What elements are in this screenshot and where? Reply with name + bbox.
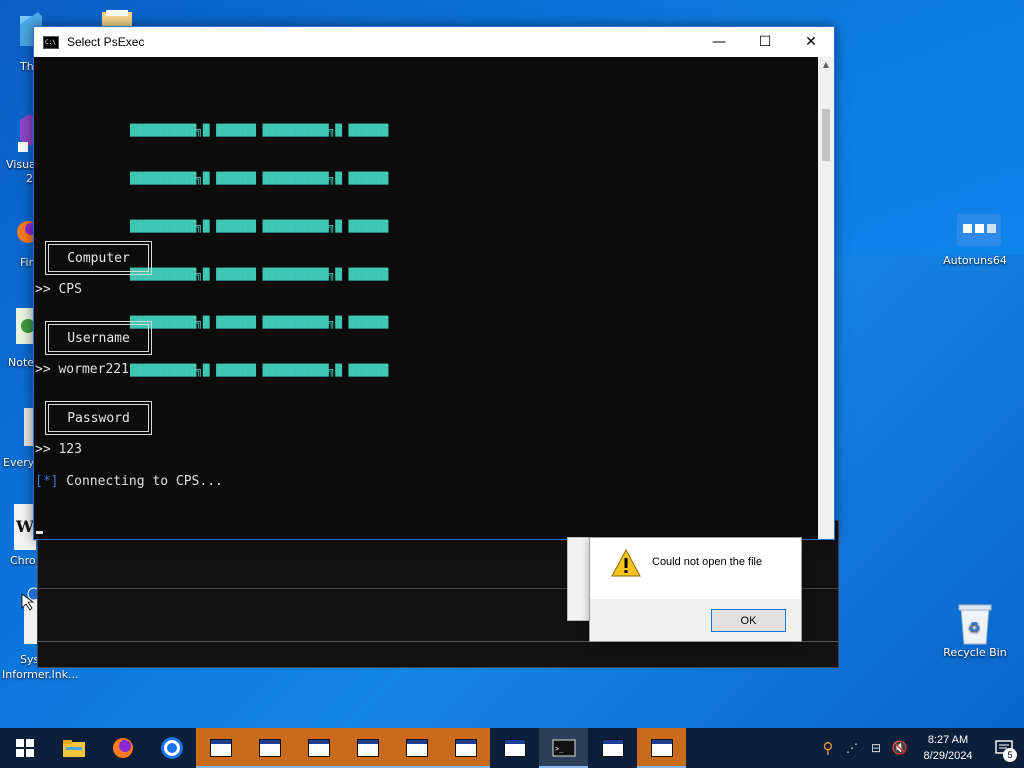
computer-value: >> CPS [35,282,82,297]
banner-line: ██████████╗█ ██████ ██████████╗█ ██████ [130,364,389,377]
banner-line: ██████████╗█ ██████ ██████████╗█ ██████ [130,172,389,185]
status-line: [*] Connecting to CPS... [35,474,223,489]
window-title: Select PsExec [67,35,145,49]
window-app-icon [209,739,232,757]
taskbar-window-1[interactable] [196,728,245,768]
ascii-banner: ██████████╗█ ██████ ██████████╗█ ██████ … [130,91,388,411]
ok-button[interactable]: OK [711,609,786,632]
maximize-button[interactable]: ☐ [742,27,788,57]
svg-text:>_: >_ [555,745,564,753]
clock-time: 8:27 AM [927,734,969,746]
windows-logo-icon [15,739,34,757]
window-app-icon [454,739,477,757]
desktop-icon-recycle-bin[interactable]: ♻ Recycle Bin [936,602,1014,659]
clock-date: 8/29/2024 [923,750,973,762]
banner-line: ██████████╗█ ██████ ██████████╗█ ██████ [130,220,389,233]
taskbar-window-2[interactable] [245,728,294,768]
taskbar-window-5[interactable] [392,728,441,768]
console-output[interactable]: ██████████╗█ ██████ ██████████╗█ ██████ … [34,57,818,539]
username-section-label: Username [67,330,130,346]
desktop-label-visual[interactable]: Visua [6,158,36,171]
desktop-label-system-informer[interactable]: Informer.lnk... [2,668,79,681]
status-prefix: [*] [35,474,59,489]
dialog-message: Could not open the file [652,556,763,568]
search-icon[interactable]: ⚲ [816,739,840,757]
banner-line: ██████████╗█ ██████ ██████████╗█ ██████ [130,124,389,137]
scroll-up-arrow[interactable]: ▲ [818,57,834,73]
taskbar-window-6[interactable] [441,728,490,768]
desktop-icon-autoruns[interactable]: Autoruns64 [936,210,1014,267]
desktop-label-visual-2[interactable]: 2 [26,172,33,185]
console-taskbar-icon: >_ [552,739,575,757]
svg-text:W: W [15,517,35,536]
start-button[interactable] [0,728,49,768]
taskbar-window-7[interactable] [490,728,539,768]
system-tray: ⚲ ⋰ ⊟ 🔇 8:27 AM 8/29/2024 5 [816,728,1024,768]
computer-section-label: Computer [67,250,130,266]
warning-icon [610,548,642,582]
action-center-button[interactable]: 5 [984,728,1024,768]
password-section-box: Password [45,401,152,435]
chrome-taskbar-icon [160,737,183,759]
window-app-icon [601,739,624,757]
taskbar-window-8[interactable] [588,728,637,768]
window-app-icon [650,739,673,757]
console-scrollbar[interactable]: ▲ [818,57,834,539]
desktop-label-this-pc[interactable]: Th [20,60,34,73]
window-app-icon [307,739,330,757]
window-app-icon [356,739,379,757]
window-titlebar[interactable]: Select PsExec — ☐ ✕ [34,27,834,57]
minimize-button[interactable]: — [696,27,742,57]
desktop-label-recycle-bin: Recycle Bin [943,646,1007,659]
svg-text:♻: ♻ [968,620,981,636]
taskbar-window-3[interactable] [294,728,343,768]
recycle-bin-icon: ♻ [955,602,995,645]
desktop-label-firefox[interactable]: Fir [20,256,33,269]
window-app-icon [258,739,281,757]
close-button[interactable]: ✕ [788,27,834,57]
username-value: >> wormer221 [35,362,129,377]
console-cursor [36,531,43,534]
background-dialog [567,537,591,621]
taskbar-console[interactable]: >_ [539,728,588,768]
taskbar-window-9[interactable] [637,728,686,768]
desktop-label-chrome[interactable]: Chro [10,554,36,567]
banner-line: ██████████╗█ ██████ ██████████╗█ ██████ [130,316,389,329]
console-app-icon [43,35,59,49]
taskbar-chrome[interactable] [147,728,196,768]
username-section-box: Username [45,321,152,355]
taskbar: >_ ⚲ ⋰ ⊟ 🔇 8:27 AM 8/29/2024 5 [0,728,1024,768]
password-value: >> 123 [35,442,82,457]
psexec-console-window[interactable]: Select PsExec — ☐ ✕ ██████████╗█ ██████ … [33,26,835,540]
scrollbar-thumb[interactable] [822,109,830,161]
file-explorer-icon [62,740,85,757]
dialog-footer: OK [590,599,801,641]
autoruns-icon [955,210,1001,250]
notification-count-badge: 5 [1003,748,1017,762]
taskbar-file-explorer[interactable] [49,728,98,768]
volume-muted-icon[interactable]: 🔇 [888,741,912,756]
network-icon[interactable]: ⊟ [864,741,888,755]
desktop-label-notepad[interactable]: Note [8,356,34,369]
error-dialog[interactable]: Could not open the file OK [589,537,802,642]
desktop-label-autoruns: Autoruns64 [943,254,1007,267]
window-app-icon [405,739,428,757]
computer-section-box: Computer [45,241,152,275]
tray-hidden-icon[interactable]: ⋰ [840,741,864,755]
status-text: Connecting to CPS... [58,474,223,489]
password-section-label: Password [67,410,130,426]
firefox-taskbar-icon [112,738,133,758]
desktop-label-everything[interactable]: Every [3,456,34,469]
taskbar-window-4[interactable] [343,728,392,768]
clock[interactable]: 8:27 AM 8/29/2024 [912,732,984,764]
banner-line: ██████████╗█ ██████ ██████████╗█ ██████ [130,268,389,281]
window-app-icon [503,739,526,757]
taskbar-firefox[interactable] [98,728,147,768]
